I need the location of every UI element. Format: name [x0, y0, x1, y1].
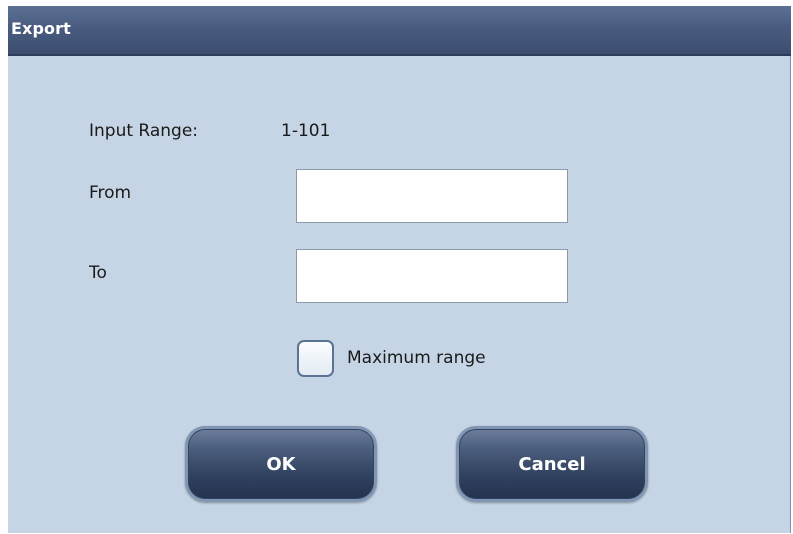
export-dialog: Export Input Range: 1-101 From To Maximu… [8, 6, 791, 533]
maximum-range-checkbox[interactable] [297, 340, 334, 377]
dialog-title: Export [11, 19, 71, 38]
to-label: To [89, 263, 107, 283]
cancel-button[interactable]: Cancel [456, 426, 648, 502]
from-input[interactable] [296, 169, 568, 223]
input-range-label: Input Range: [89, 121, 199, 141]
to-input[interactable] [296, 249, 568, 303]
ok-button[interactable]: OK [185, 426, 377, 502]
from-label: From [89, 183, 132, 203]
input-range-value: 1-101 [281, 121, 331, 141]
maximum-range-label[interactable]: Maximum range [347, 348, 486, 368]
dialog-title-bar[interactable]: Export [8, 6, 791, 56]
